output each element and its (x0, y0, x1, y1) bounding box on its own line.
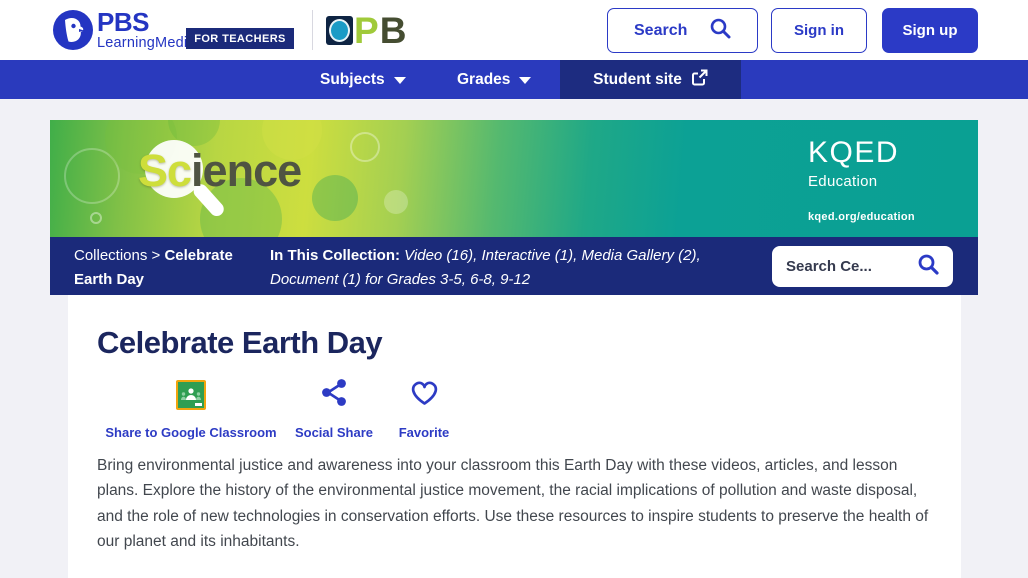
favorite-label: Favorite (384, 425, 464, 440)
google-classroom-icon (176, 380, 206, 410)
share-icon (320, 378, 349, 412)
logo-secondary-text: LearningMedia (97, 35, 196, 51)
sign-in-label: Sign in (794, 22, 844, 39)
collection-banner: Science KQED Education kqed.org/educatio… (50, 120, 978, 237)
banner-decoration (90, 212, 102, 224)
favorite-button[interactable]: Favorite (384, 379, 464, 440)
breadcrumb: Collections > Celebrate Earth Day (74, 244, 256, 292)
search-icon (709, 17, 731, 44)
nav-grades[interactable]: Grades (457, 60, 531, 99)
banner-subject-title: Science (138, 145, 301, 197)
logo-wordmark: PBS LearningMedia (97, 9, 196, 51)
heart-icon (409, 378, 440, 412)
for-teachers-badge: FOR TEACHERS (186, 28, 294, 49)
kqed-education-logo: KQED Education kqed.org/education (808, 136, 915, 223)
sign-up-button[interactable]: Sign up (882, 8, 978, 53)
kqed-url: kqed.org/education (808, 211, 915, 223)
nav-subjects-label: Subjects (320, 71, 385, 89)
opb-p-letter: P (354, 16, 379, 45)
social-share-label: Social Share (284, 425, 384, 440)
search-button[interactable]: Search (607, 8, 758, 53)
share-to-google-classroom-label: Share to Google Classroom (96, 425, 286, 440)
page: PBS LearningMedia FOR TEACHERS P B Searc… (0, 0, 1028, 578)
header: PBS LearningMedia FOR TEACHERS P B Searc… (0, 0, 1028, 60)
pbs-learningmedia-logo[interactable]: PBS LearningMedia (52, 9, 196, 56)
chevron-down-icon (519, 71, 531, 89)
collection-search-input[interactable] (786, 258, 896, 275)
page-title: Celebrate Earth Day (97, 325, 382, 361)
chevron-down-icon (394, 71, 406, 89)
logo-primary-text: PBS (97, 9, 196, 35)
header-divider (312, 10, 313, 50)
pbs-head-icon (52, 9, 94, 56)
kqed-name: KQED (808, 136, 915, 170)
external-link-icon (691, 69, 708, 91)
collection-search-box (772, 246, 953, 287)
nav-student-site-label: Student site (593, 71, 682, 89)
collection-content-card: Celebrate Earth Day Share to Googl (68, 295, 961, 578)
collection-description: Bring environmental justice and awarenes… (97, 453, 929, 554)
social-share-button[interactable]: Social Share (284, 379, 384, 440)
in-this-collection-summary: In This Collection: Video (16), Interact… (270, 244, 718, 292)
collection-info-bar: Collections > Celebrate Earth Day In Thi… (50, 237, 978, 295)
banner-decoration (312, 175, 358, 221)
share-to-google-classroom-button[interactable]: Share to Google Classroom (96, 379, 286, 440)
nav-grades-label: Grades (457, 71, 510, 89)
kqed-dept: Education (808, 173, 915, 190)
search-icon[interactable] (917, 253, 939, 280)
search-button-label: Search (634, 22, 687, 40)
banner-decoration (350, 132, 380, 162)
in-collection-label: In This Collection: (270, 247, 400, 264)
banner-decoration (384, 190, 408, 214)
sign-in-button[interactable]: Sign in (771, 8, 867, 53)
main-navigation: Subjects Grades Student site (0, 60, 1028, 99)
opb-o-icon (326, 16, 353, 45)
nav-student-site[interactable]: Student site (560, 60, 741, 99)
sign-up-label: Sign up (903, 22, 958, 39)
opb-station-logo[interactable]: P B (326, 13, 406, 47)
opb-b-letter: B (380, 16, 407, 45)
breadcrumb-collections-link[interactable]: Collections > (74, 247, 160, 264)
nav-subjects[interactable]: Subjects (320, 60, 406, 99)
